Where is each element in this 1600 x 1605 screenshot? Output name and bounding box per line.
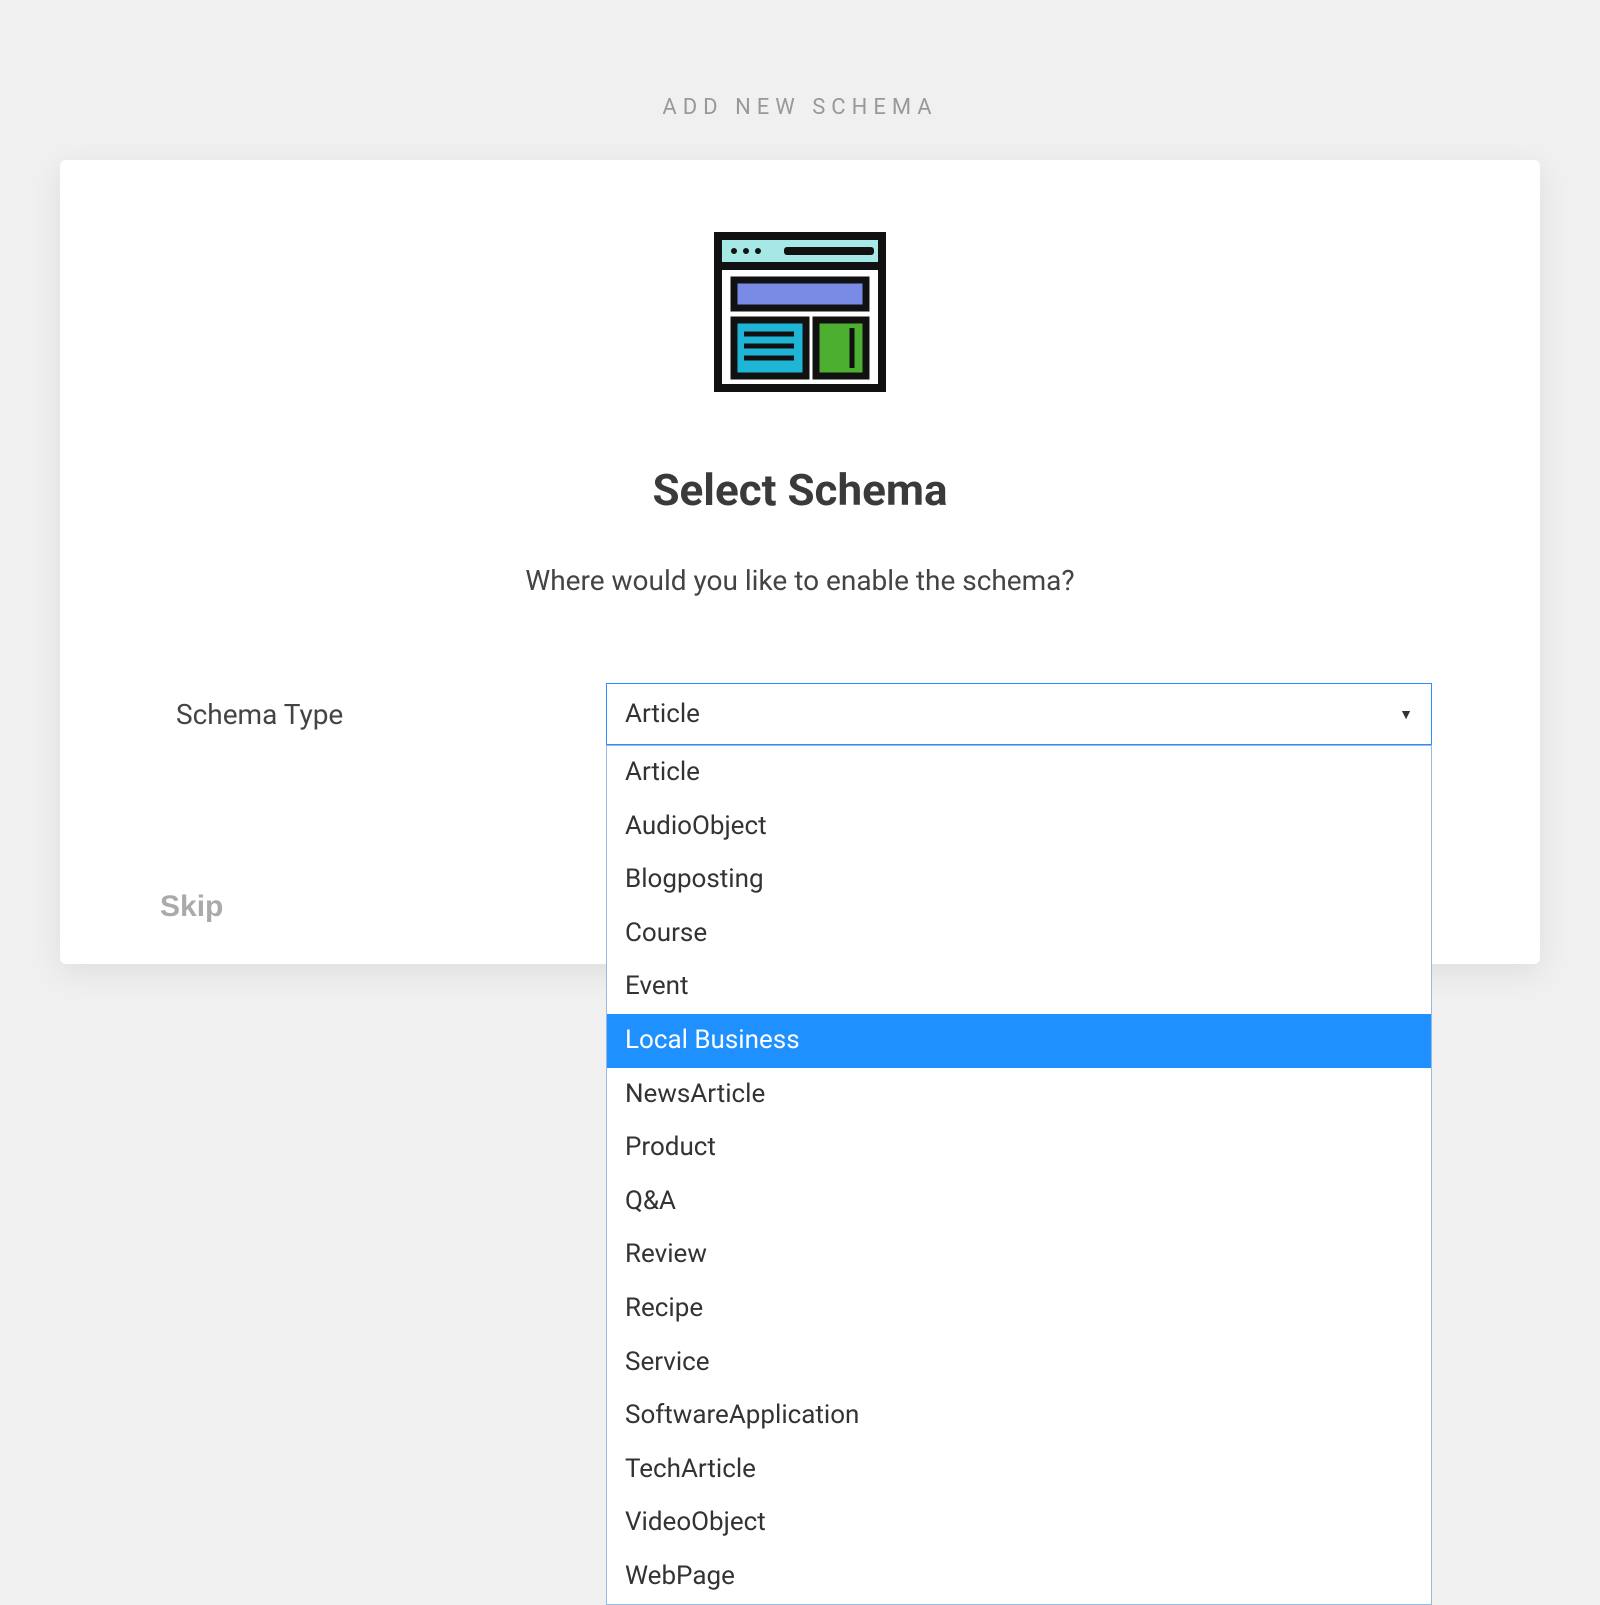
dropdown-option[interactable]: Q&A <box>607 1175 1431 1229</box>
dropdown-option[interactable]: Course <box>607 907 1431 961</box>
select-input[interactable]: Article ▼ <box>606 683 1432 745</box>
dropdown-option[interactable]: NewsArticle <box>607 1068 1431 1122</box>
skip-button[interactable]: Skip <box>160 890 223 924</box>
dropdown-option[interactable]: Blogposting <box>607 853 1431 907</box>
card-title: Select Schema <box>120 464 1480 516</box>
dropdown-option[interactable]: Event <box>607 960 1431 1014</box>
card-subtitle: Where would you like to enable the schem… <box>120 564 1480 597</box>
dropdown-option[interactable]: VideoObject <box>607 1496 1431 1550</box>
dropdown-option[interactable]: WebPage <box>607 1550 1431 1604</box>
dropdown-option[interactable]: SoftwareApplication <box>607 1389 1431 1443</box>
schema-type-select[interactable]: Article ▼ ArticleAudioObjectBlogpostingC… <box>606 683 1432 745</box>
dropdown-option[interactable]: Review <box>607 1228 1431 1282</box>
schema-type-row: Schema Type Article ▼ ArticleAudioObject… <box>120 683 1480 745</box>
dropdown-option[interactable]: TechArticle <box>607 1443 1431 1497</box>
chevron-down-icon: ▼ <box>1399 706 1413 723</box>
dropdown-option[interactable]: Local Business <box>607 1014 1431 1068</box>
card-modal: Select Schema Where would you like to en… <box>60 160 1540 964</box>
webpage-icon <box>712 230 888 394</box>
selected-value: Article <box>625 699 700 729</box>
dropdown-option[interactable]: AudioObject <box>607 800 1431 854</box>
dropdown-option[interactable]: Product <box>607 1121 1431 1175</box>
dropdown-list[interactable]: ArticleAudioObjectBlogpostingCourseEvent… <box>606 745 1432 1605</box>
schema-illustration <box>120 230 1480 394</box>
dropdown-option[interactable]: Recipe <box>607 1282 1431 1336</box>
schema-type-label: Schema Type <box>176 698 606 731</box>
dropdown-option[interactable]: Article <box>607 746 1431 800</box>
page-header: ADD NEW SCHEMA <box>0 0 1600 160</box>
dropdown-option[interactable]: Service <box>607 1336 1431 1390</box>
